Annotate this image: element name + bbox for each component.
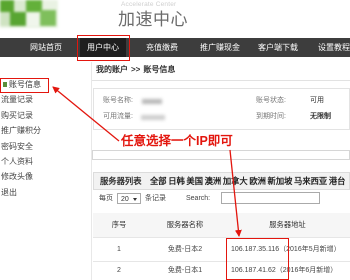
sidebar-item-label: 流量记录	[1, 95, 33, 105]
nav-item-recharge[interactable]: 充值缴费	[141, 38, 183, 57]
traffic-value-redacted	[141, 115, 165, 120]
sidebar-item-purchase-records[interactable]: 购买记录	[0, 108, 62, 123]
brand-subtitle: Accelerate Center	[121, 1, 177, 8]
account-name-value-redacted	[142, 99, 162, 104]
sidebar-item-password-security[interactable]: 密码安全	[0, 139, 62, 154]
logo-pixel	[26, 12, 40, 26]
column-header-server-address[interactable]: 服务器地址	[225, 213, 350, 238]
page-size-prefix: 每页	[99, 195, 113, 202]
logo-pixel	[40, 10, 56, 26]
expiry-label: 到期时间:	[256, 113, 286, 120]
nav-item-client-download[interactable]: 客户端下载	[255, 38, 301, 57]
region-filter-tabs: 全部 日韩 美国 澳洲 加拿大 欧洲 新加坡 马来西亚 港台	[150, 177, 346, 186]
server-table: 序号 服务器名称 服务器地址 1 免费-日本2 106.187.35.116（2…	[93, 213, 350, 280]
cell-index: 2	[93, 261, 145, 280]
nav-item-setup-tutorial[interactable]: 设置教程	[318, 38, 350, 57]
table-row[interactable]: 2 免费-日本1 106.187.41.62（2016年6月新增）	[93, 261, 350, 280]
traffic-label: 可用流量:	[103, 113, 133, 120]
filter-tab-hk-tw[interactable]: 港台	[329, 177, 346, 186]
column-header-server-name[interactable]: 服务器名称	[145, 213, 225, 238]
expiry-value: 无限制	[310, 113, 331, 120]
account-info-box	[93, 88, 350, 130]
filter-tab-canada[interactable]: 加拿大	[223, 177, 248, 186]
logo-pixel	[42, 0, 56, 10]
filter-tab-japan-korea[interactable]: 日韩	[168, 177, 185, 186]
sidebar-item-label: 推广赚积分	[1, 126, 41, 136]
annotation-text: 任意选择一个IP即可	[121, 134, 233, 148]
search-input[interactable]	[221, 192, 320, 204]
table-row[interactable]: 1 免费-日本2 106.187.35.116（2016年5月新增）	[93, 237, 350, 262]
filter-tab-usa[interactable]: 美国	[186, 177, 203, 186]
sidebar-item-label: 退出	[1, 187, 17, 197]
sidebar-item-label: 密码安全	[1, 141, 33, 151]
cell-server-name: 免费-日本1	[145, 261, 225, 280]
sidebar-item-profile[interactable]: 个人资料	[0, 154, 62, 169]
breadcrumb-separator: >>	[131, 65, 141, 74]
account-status-label: 账号状态:	[256, 97, 286, 104]
search-label: Search:	[186, 195, 211, 202]
nav-item-referral-cash[interactable]: 推广赚现金	[197, 38, 243, 57]
sidebar-item-label: 购买记录	[1, 110, 33, 120]
sidebar-item-label: 个人资料	[1, 156, 33, 166]
filter-tab-singapore[interactable]: 新加坡	[268, 177, 293, 186]
sidebar-item-traffic-records[interactable]: 流量记录	[0, 92, 62, 107]
logo-pixel	[0, 0, 14, 12]
breadcrumb: 我的账户 >> 账号信息	[96, 66, 175, 74]
filter-tab-europe[interactable]: 欧洲	[249, 177, 266, 186]
column-header-index[interactable]: 序号	[93, 213, 145, 238]
server-list-title: 服务器列表	[100, 176, 142, 186]
cell-server-name: 免费-日本2	[145, 237, 225, 262]
page-size-suffix: 条记录	[145, 195, 166, 202]
logo-pixel	[14, 0, 26, 12]
logo[interactable]	[0, 0, 58, 28]
filter-tab-malaysia[interactable]: 马来西亚	[294, 177, 327, 186]
logo-pixel	[0, 12, 10, 26]
table-header-row: 序号 服务器名称 服务器地址	[93, 213, 350, 238]
brand-title[interactable]: 加速中心	[118, 11, 188, 28]
sidebar-item-label: 修改头像	[1, 172, 33, 182]
breadcrumb-root[interactable]: 我的账户	[96, 65, 128, 74]
cell-index: 1	[93, 237, 145, 262]
notice-bar	[92, 150, 350, 160]
filter-tab-australia[interactable]: 澳洲	[205, 177, 222, 186]
divider	[92, 80, 350, 81]
annotation-highlight-ip-column	[226, 238, 289, 280]
page-size-value: 20	[121, 196, 129, 203]
annotation-highlight-user-center	[77, 35, 130, 61]
annotation-highlight-account-info	[0, 78, 49, 93]
chevron-down-icon	[133, 198, 137, 201]
sidebar-item-change-avatar[interactable]: 修改头像	[0, 169, 62, 184]
sidebar-item-referral-points[interactable]: 推广赚积分	[0, 123, 62, 138]
main-nav: 网站首页 用户中心 充值缴费 推广赚现金 客户端下载 设置教程	[0, 38, 350, 57]
filter-tab-all[interactable]: 全部	[150, 177, 167, 186]
page-size-select[interactable]: 20	[117, 193, 141, 204]
breadcrumb-current: 账号信息	[143, 65, 176, 74]
sidebar-item-logout[interactable]: 退出	[0, 185, 62, 200]
account-name-label: 账号名称:	[103, 97, 133, 104]
nav-item-home[interactable]: 网站首页	[25, 38, 67, 57]
logo-pixel	[10, 12, 26, 26]
sidebar: 账号信息 流量记录 购买记录 推广赚积分 密码安全 个人资料 修改头像 退出	[0, 77, 62, 200]
account-status-value: 可用	[310, 97, 324, 104]
